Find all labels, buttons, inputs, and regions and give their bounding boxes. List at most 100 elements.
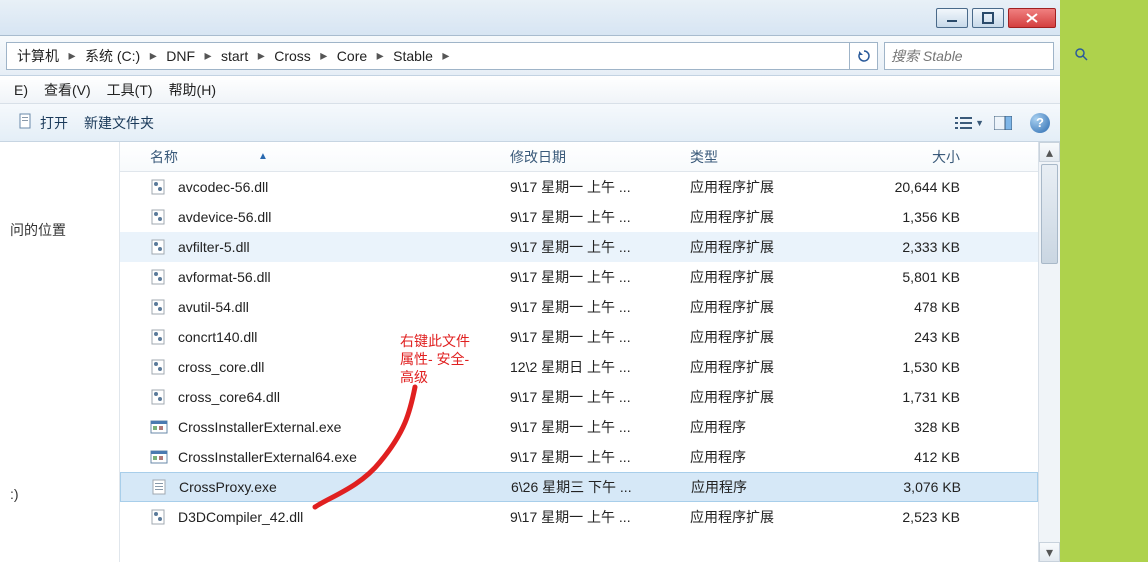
newfolder-button[interactable]: 新建文件夹 [76,113,162,133]
search-input[interactable] [891,48,1073,64]
chevron-right-icon[interactable]: ▸ [439,47,453,64]
file-size: 412 KB [850,449,970,465]
sidebar-item-other[interactable]: :) [6,478,113,510]
file-row[interactable]: CrossProxy.exe6\26 星期三 下午 ...应用程序3,076 K… [120,472,1038,502]
file-icon [150,268,168,286]
file-size: 1,731 KB [850,389,970,405]
file-name: avdevice-56.dll [178,209,271,225]
file-row[interactable]: avutil-54.dll9\17 星期一 上午 ...应用程序扩展478 KB [120,292,1038,322]
header-size[interactable]: 大小 [850,147,970,167]
toolbar: 打开 新建文件夹 ▼ ? [0,104,1060,142]
maximize-button[interactable] [972,8,1004,28]
search-icon [1073,46,1089,65]
scroll-down-button[interactable]: ▾ [1039,542,1060,562]
file-row[interactable]: avformat-56.dll9\17 星期一 上午 ...应用程序扩展5,80… [120,262,1038,292]
file-size: 1,530 KB [850,359,970,375]
breadcrumb-segment[interactable]: start [215,43,254,69]
file-type: 应用程序扩展 [680,327,850,347]
file-icon [150,508,168,526]
sidebar-item-recent[interactable]: 问的位置 [6,212,113,248]
file-row[interactable]: CrossInstallerExternal.exe 9\17 星期一 上午 ..… [120,412,1038,442]
view-details-button[interactable]: ▼ [954,111,984,135]
file-name: CrossInstallerExternal.exe [178,419,341,435]
file-size: 5,801 KB [850,269,970,285]
file-icon [151,478,169,496]
breadcrumb[interactable]: 计算机▸系统 (C:)▸DNF▸start▸Cross▸Core▸Stable▸ [6,42,850,70]
scroll-thumb[interactable] [1041,164,1058,264]
file-size: 20,644 KB [850,179,970,195]
file-date: 9\17 星期一 上午 ... [500,387,680,407]
chevron-right-icon[interactable]: ▸ [65,47,79,64]
file-type: 应用程序 [680,447,850,467]
file-name: avcodec-56.dll [178,179,268,195]
pane-icon [994,116,1012,130]
file-row[interactable]: avcodec-56.dll9\17 星期一 上午 ...应用程序扩展20,64… [120,172,1038,202]
file-size: 3,076 KB [851,479,971,495]
minimize-button[interactable] [936,8,968,28]
file-name: concrt140.dll [178,329,257,345]
file-name: cross_core64.dll [178,389,280,405]
search-box[interactable] [884,42,1054,70]
file-date: 9\17 星期一 上午 ... [500,507,680,527]
chevron-right-icon[interactable]: ▸ [373,47,387,64]
breadcrumb-segment[interactable]: 计算机 [11,43,65,69]
header-date[interactable]: 修改日期 [500,147,680,167]
breadcrumb-segment[interactable]: Stable [387,43,439,69]
file-type: 应用程序扩展 [680,267,850,287]
open-button[interactable]: 打开 [10,113,76,133]
titlebar [0,0,1060,36]
file-row[interactable]: D3DCompiler_42.dll9\17 星期一 上午 ...应用程序扩展2… [120,502,1038,532]
chevron-right-icon[interactable]: ▸ [201,47,215,64]
chevron-right-icon[interactable]: ▸ [254,47,268,64]
file-type: 应用程序扩展 [680,357,850,377]
file-type: 应用程序 [681,477,851,497]
chevron-right-icon[interactable]: ▸ [317,47,331,64]
file-icon [150,178,168,196]
file-size: 478 KB [850,299,970,315]
file-name: D3DCompiler_42.dll [178,509,303,525]
file-name: avfilter-5.dll [178,239,250,255]
file-size: 243 KB [850,329,970,345]
file-name: CrossProxy.exe [179,479,277,495]
list-icon [954,115,973,131]
column-headers: 名称▲ 修改日期 类型 大小 [120,142,1038,172]
refresh-button[interactable] [850,42,878,70]
menu-item[interactable]: E) [6,82,36,98]
header-type[interactable]: 类型 [680,147,850,167]
file-icon [150,358,168,376]
file-list[interactable]: avcodec-56.dll9\17 星期一 上午 ...应用程序扩展20,64… [120,172,1038,562]
breadcrumb-segment[interactable]: Cross [268,43,317,69]
breadcrumb-segment[interactable]: Core [331,43,373,69]
breadcrumb-segment[interactable]: 系统 (C:) [79,43,146,69]
file-row[interactable]: avdevice-56.dll9\17 星期一 上午 ...应用程序扩展1,35… [120,202,1038,232]
scroll-track[interactable] [1039,162,1060,542]
close-button[interactable] [1008,8,1056,28]
content-area: 问的位置 :) 名称▲ 修改日期 类型 大小 avcodec-56.dll9\1… [0,142,1060,562]
scroll-up-button[interactable]: ▴ [1039,142,1060,162]
file-date: 9\17 星期一 上午 ... [500,417,680,437]
file-type: 应用程序扩展 [680,387,850,407]
sort-asc-icon: ▲ [258,151,268,162]
document-icon [18,113,34,132]
vertical-scrollbar[interactable]: ▴ ▾ [1038,142,1060,562]
chevron-right-icon[interactable]: ▸ [146,47,160,64]
file-name: CrossInstallerExternal64.exe [178,449,357,465]
file-row[interactable]: avfilter-5.dll9\17 星期一 上午 ...应用程序扩展2,333… [120,232,1038,262]
file-icon [150,388,168,406]
file-row[interactable]: CrossInstallerExternal64.exe9\17 星期一 上午 … [120,442,1038,472]
file-icon [150,448,168,466]
file-size: 2,333 KB [850,239,970,255]
help-button[interactable]: ? [1030,113,1050,133]
menu-item[interactable]: 帮助(H) [161,80,224,100]
file-row[interactable]: concrt140.dll9\17 星期一 上午 ...应用程序扩展243 KB [120,322,1038,352]
header-name[interactable]: 名称▲ [120,147,500,167]
menu-item[interactable]: 工具(T) [99,80,161,100]
menu-item[interactable]: 查看(V) [36,80,99,100]
file-icon [150,208,168,226]
file-name: cross_core.dll [178,359,264,375]
file-row[interactable]: cross_core64.dll 9\17 星期一 上午 ...应用程序扩展1,7… [120,382,1038,412]
file-date: 9\17 星期一 上午 ... [500,237,680,257]
preview-pane-button[interactable] [988,111,1018,135]
file-row[interactable]: cross_core.dll12\2 星期日 上午 ...应用程序扩展1,530… [120,352,1038,382]
breadcrumb-segment[interactable]: DNF [160,43,201,69]
